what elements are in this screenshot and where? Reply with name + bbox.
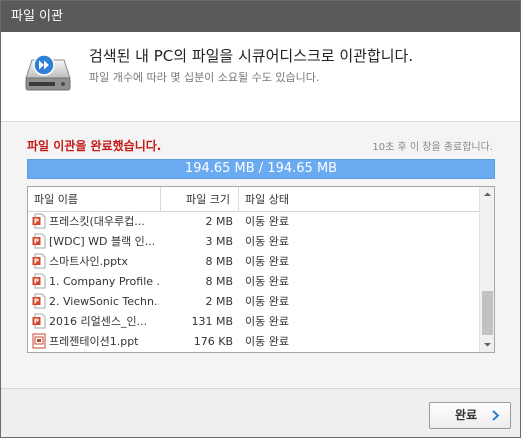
file-row[interactable]: P 스마트사인.pptx 8 MB 이동 완료 (28, 252, 480, 272)
file-name: 2016 리얼센스_인... (49, 315, 148, 328)
scrollbar-thumb[interactable] (482, 291, 493, 335)
file-row[interactable]: 프레젠테이션2.ppt205 KB 이동 완료 (28, 352, 480, 353)
hero-title: 검색된 내 PC의 파일을 시큐어디스크로 이관합니다. (89, 47, 414, 65)
file-list-header: 파일 이름 파일 크기 파일 상태 (28, 187, 480, 212)
powerpoint-file-icon: P (32, 233, 46, 249)
transfer-dialog: 파일 이관 검색된 내 PC의 파일을 시큐어디스크로 이관합니다. 파일 개수… (0, 0, 521, 438)
svg-text:P: P (34, 318, 39, 326)
powerpoint-file-icon: P (32, 213, 46, 229)
powerpoint-file-icon: P (32, 313, 46, 329)
hero-subtitle: 파일 개수에 따라 몇 십분이 소요될 수도 있습니다. (89, 71, 320, 84)
file-row[interactable]: P 프레스킷(대우루컵... 2 MB 이동 완료 (28, 212, 480, 232)
file-size-cell: 8 MB (205, 275, 233, 288)
file-size-cell: 2 MB (205, 215, 233, 228)
hard-drive-icon (25, 54, 71, 91)
file-row[interactable]: P [WDC] WD 블랙 인... 3 MB 이동 완료 (28, 232, 480, 252)
vertical-scrollbar[interactable] (479, 187, 494, 352)
file-name-cell: P [WDC] WD 블랙 인... (32, 232, 159, 252)
file-name: 1. Company Profile ... (49, 275, 159, 288)
chevron-right-icon (492, 410, 500, 421)
column-header-name[interactable]: 파일 이름 (28, 187, 161, 212)
file-size-cell: 3 MB (205, 235, 233, 248)
file-state-cell: 이동 완료 (245, 235, 289, 248)
scroll-up-icon[interactable] (480, 187, 495, 202)
window-title: 파일 이관 (11, 9, 63, 24)
file-row[interactable]: P 2. ViewSonic Techn... 2 MB 이동 완료 (28, 292, 480, 312)
file-name: [WDC] WD 블랙 인... (49, 235, 156, 248)
file-name-cell: P 프레스킷(대우루컵... (32, 212, 159, 232)
file-name-cell: P 1. Company Profile ... (32, 272, 159, 292)
file-list-rows: P 프레스킷(대우루컵... 2 MB 이동 완료 P [WDC] WD 블랙 인... 3… (28, 212, 480, 353)
file-row[interactable]: 프레젠테이션1.ppt 176 KB 이동 완료 (28, 332, 480, 352)
file-state-cell: 이동 완료 (245, 315, 289, 328)
file-name-cell: 프레젠테이션1.ppt (32, 332, 159, 352)
file-size-cell: 176 KB (193, 335, 233, 348)
file-name: 스마트사인.pptx (49, 255, 128, 268)
powerpoint-file-icon: P (32, 253, 46, 269)
file-size-cell: 131 MB (191, 315, 233, 328)
column-header-size[interactable]: 파일 크기 (161, 187, 239, 212)
file-state-cell: 이동 완료 (245, 255, 289, 268)
completion-message: 파일 이관을 완료했습니다. (27, 139, 162, 153)
scroll-down-icon[interactable] (480, 337, 495, 352)
file-name-cell: P 2016 리얼센스_인... (32, 312, 159, 332)
file-state-cell: 이동 완료 (245, 295, 289, 308)
file-name-cell: P 스마트사인.pptx (32, 252, 159, 272)
file-state-cell: 이동 완료 (245, 215, 289, 228)
footer-bar: 완료 (1, 388, 520, 437)
file-row[interactable]: P 1. Company Profile ... 8 MB 이동 완료 (28, 272, 480, 292)
file-name-cell: P 2. ViewSonic Techn... (32, 292, 159, 312)
file-list: 파일 이름 파일 크기 파일 상태 P 프레스킷(대우루컵... 2 MB 이동 완료… (27, 186, 495, 353)
done-button[interactable]: 완료 (429, 402, 511, 429)
svg-text:P: P (34, 298, 39, 306)
powerpoint-file-icon: P (32, 293, 46, 309)
auto-close-countdown: 10초 후 이 창을 종료합니다. (372, 142, 493, 153)
file-name-cell: 프레젠테이션2.ppt (32, 352, 159, 353)
title-bar[interactable]: 파일 이관 (1, 1, 520, 32)
file-name: 프레스킷(대우루컵... (49, 215, 145, 228)
svg-text:P: P (34, 238, 39, 246)
file-name: 2. ViewSonic Techn... (49, 295, 159, 308)
file-size-cell: 8 MB (205, 255, 233, 268)
file-name: 프레젠테이션1.ppt (49, 335, 139, 348)
svg-text:P: P (34, 218, 39, 226)
svg-text:P: P (34, 278, 39, 286)
file-state-cell: 이동 완료 (245, 335, 289, 348)
file-row[interactable]: P 2016 리얼센스_인... 131 MB 이동 완료 (28, 312, 480, 332)
progress-text: 194.65 MB / 194.65 MB (184, 161, 338, 176)
file-size-cell: 205 KB (161, 352, 233, 353)
svg-text:P: P (34, 258, 39, 266)
file-state-cell: 이동 완료 (245, 275, 289, 288)
hero-panel: 검색된 내 PC의 파일을 시큐어디스크로 이관합니다. 파일 개수에 따라 몇… (1, 32, 520, 122)
file-state-cell: 이동 완료 (245, 352, 465, 353)
column-header-state[interactable]: 파일 상태 (239, 187, 480, 212)
powerpoint-show-icon (32, 333, 46, 349)
powerpoint-file-icon: P (32, 273, 46, 289)
transfer-progress-bar: 194.65 MB / 194.65 MB (27, 159, 495, 179)
file-size-cell: 2 MB (205, 295, 233, 308)
